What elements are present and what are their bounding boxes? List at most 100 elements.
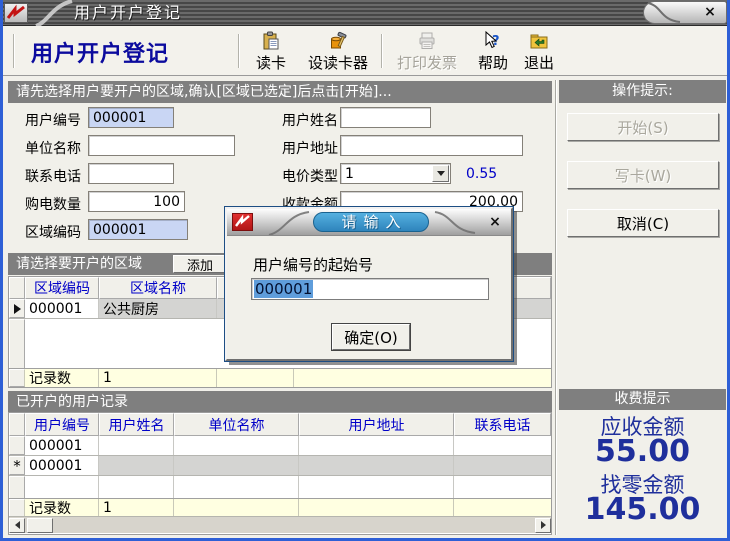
dialog-prompt: 用户编号的起始号 [253,254,373,275]
phone-column-header[interactable]: 联系电话 [454,413,551,436]
toolbar-button-label: 退出 [524,52,554,73]
empty-cell [174,476,299,498]
area-code-column-header[interactable]: 区域编码 [25,277,99,299]
users-table-row[interactable]: 000001 [9,436,551,456]
company-field[interactable] [88,135,235,156]
help-icon: ? [482,31,504,51]
footer-empty-cell [217,369,294,387]
app-logo-icon [4,3,28,23]
empty-cell [299,476,454,498]
dialog-logo-icon [232,213,253,231]
company-column-header[interactable]: 单位名称 [174,413,299,436]
company-label: 单位名称 [25,138,81,158]
logo-swoosh-icon [5,4,27,22]
fee-panel-header: 收费提示 [559,389,726,410]
toolbar-button-setup-reader[interactable]: 设读卡器 [301,29,375,73]
price-type-combobox[interactable]: 1 [340,163,451,184]
user-name-field[interactable] [340,107,431,128]
users-table-row[interactable]: * 000001 [9,456,551,476]
row-selector-footer [9,499,25,517]
toolbar-button-read-card[interactable]: 读卡 [246,29,296,73]
purchase-qty-label: 购电数量 [25,194,81,214]
phone-cell [454,456,551,475]
users-table: 用户编号 用户姓名 单位名称 用户地址 联系电话 000001 * 000001 [8,412,552,535]
empty-cell [454,476,551,498]
horizontal-scrollbar[interactable] [9,516,551,533]
window-title: 用户开户登记 [74,3,182,23]
toolbar-groove [238,34,240,68]
toolbar-groove [13,34,15,68]
price-type-dropdown-button[interactable] [432,165,449,182]
print-invoice-icon [416,31,438,51]
ok-button[interactable]: 确定(O) [332,324,410,350]
user-id-column-header[interactable]: 用户编号 [25,413,99,436]
record-count-value: 1 [99,499,174,517]
vertical-divider [555,80,556,535]
window-close-button[interactable]: × [702,4,718,20]
row-pointer-icon [14,304,21,314]
area-code-field[interactable]: 000001 [88,219,188,240]
dialog-start-number-input[interactable]: 000001 [251,278,489,300]
company-cell [174,456,299,475]
start-button: 开始(S) [567,113,719,141]
toolbar-button-print-invoice: 打印发票 [387,29,467,73]
dialog-titlebar: 请输入 × [227,209,511,236]
arrow-right-icon [541,521,546,529]
phone-cell [454,436,551,455]
dialog-curve-right [433,210,477,235]
user-name-column-header[interactable]: 用户姓名 [99,413,174,436]
dialog-close-button[interactable]: × [487,214,503,230]
write-card-button: 写卡(W) [567,161,719,189]
user-id-cell[interactable]: 000001 [25,436,99,455]
record-count-label: 记录数 [25,499,99,517]
purchase-qty-value: 100 [153,194,180,210]
arrow-left-icon [15,521,20,529]
exit-icon [528,31,550,51]
row-selector-header [9,413,25,436]
area-code-label: 区域编码 [25,222,81,242]
toolbar-button-exit[interactable]: 退出 [517,29,561,73]
footer-empty-cell [174,499,299,517]
address-field[interactable] [340,135,523,156]
scroll-left-button[interactable] [9,518,25,533]
current-row-marker [9,299,25,318]
new-row-marker: * [9,456,25,475]
toolbar-button-label: 读卡 [256,52,286,73]
toolbar-button-help[interactable]: ? 帮助 [471,29,515,73]
row-selector-gutter [9,319,25,368]
phone-field[interactable] [88,163,174,184]
user-id-cell[interactable]: 000001 [25,456,99,475]
logo-swoosh-icon [233,214,252,230]
row-selector [9,436,25,455]
empty-cell [25,476,99,498]
titlebar-curve-left [34,0,74,26]
dialog-input-selected-text: 000001 [254,280,313,298]
cancel-button[interactable]: 取消(C) [567,209,719,237]
read-card-icon [260,31,282,51]
address-column-header[interactable]: 用户地址 [299,413,454,436]
purchase-qty-field[interactable]: 100 [88,191,185,212]
toolbar-button-label: 打印发票 [397,52,457,73]
row-selector-header [9,277,25,299]
add-area-button[interactable]: 添加 [173,255,227,273]
chevron-down-icon [437,171,445,176]
row-selector-gutter [9,476,25,498]
price-rate-value: 0.55 [466,166,497,182]
user-id-field[interactable]: 000001 [88,107,174,128]
phone-label: 联系电话 [25,166,81,186]
scroll-right-button[interactable] [535,518,551,533]
user-id-label: 用户编号 [25,110,81,130]
scrollbar-thumb[interactable] [27,518,53,533]
area-name-cell[interactable]: 公共厨房 [99,299,217,318]
users-table-header-row: 用户编号 用户姓名 单位名称 用户地址 联系电话 [9,413,551,436]
page-title: 用户开户登记 [31,36,169,68]
amount-due-value: 55.00 [559,434,726,469]
change-value: 145.00 [559,492,726,527]
area-code-cell[interactable]: 000001 [25,299,99,318]
area-name-column-header[interactable]: 区域名称 [99,277,217,299]
toolbar: 用户开户登记 读卡 设读卡器 [3,26,727,76]
record-count-value: 1 [99,369,217,387]
users-table-empty-row [9,476,551,498]
toolbar-button-label: 帮助 [478,52,508,73]
dialog-title: 请输入 [313,212,429,232]
